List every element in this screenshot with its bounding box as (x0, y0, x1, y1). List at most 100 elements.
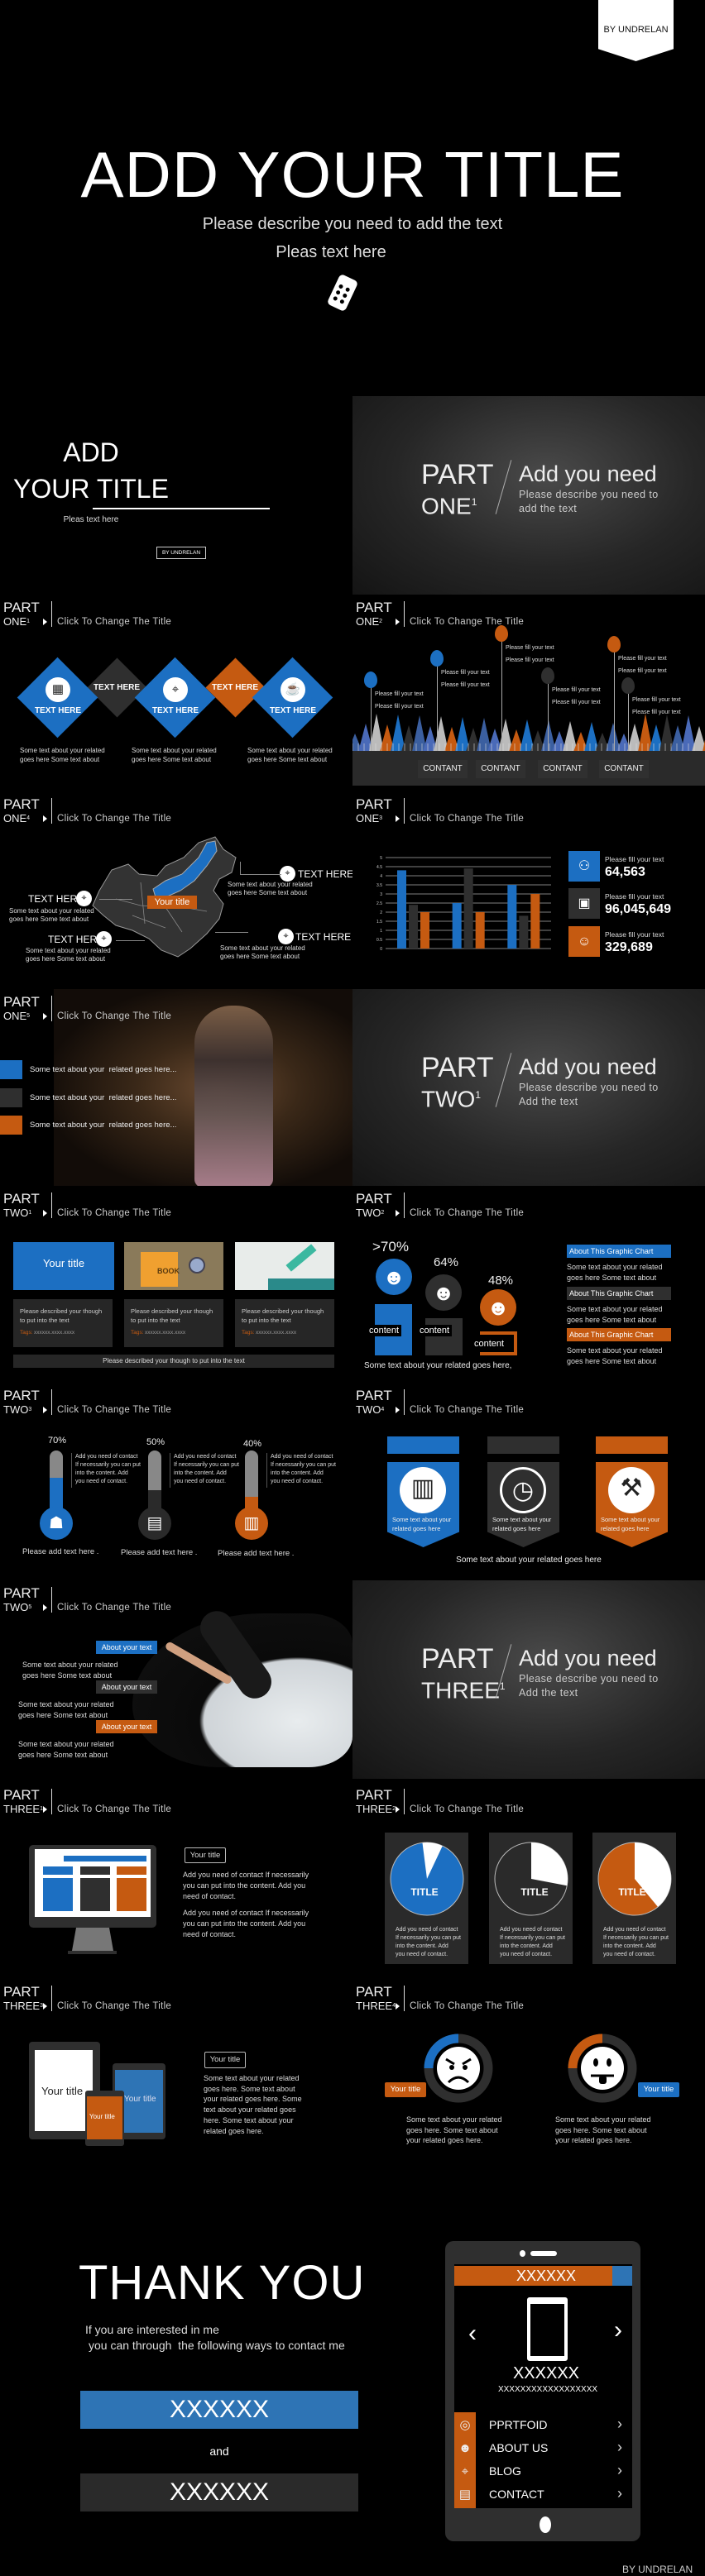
about-label-blue[interactable]: About your text (96, 1641, 157, 1654)
people-caption: Some text about your related goes here, (364, 1361, 512, 1370)
curve-text: goes here Some text about (22, 1671, 113, 1680)
note-title-blue: About This Graphic Chart (567, 1245, 671, 1258)
menu-item-blog[interactable]: BLOG (489, 2464, 521, 2478)
thermo-text: you need of contact. (174, 1479, 227, 1484)
eye (607, 2058, 611, 2067)
section-name: ONE (421, 493, 472, 519)
contant-button[interactable]: CONTANT (476, 760, 525, 778)
card-tag-label: Tags: (242, 1330, 255, 1336)
stat-value: 329,689 (605, 940, 653, 954)
color-marker-orange (0, 1116, 22, 1135)
home-button[interactable] (540, 2516, 551, 2533)
part-heading: Add you need (519, 461, 657, 486)
hero-title: ADD YOUR TITLE (80, 138, 625, 211)
pie-text: you need of contact. (603, 1952, 656, 1957)
photo-item-text: Some text about your related goes here..… (30, 1093, 177, 1102)
title-slide: ADD YOUR TITLE Pleas text here BY UNDREL… (0, 396, 352, 595)
bar-chart-slide: PART ONE3 Click To Change The Title 0 0.5 1 1… (352, 791, 705, 990)
chevron-right-icon[interactable]: › (617, 2439, 622, 2456)
banner-text: Some text about your (492, 1516, 552, 1523)
callout-text: Some text about your related (228, 881, 313, 888)
menu-item-contact[interactable]: CONTACT (489, 2488, 544, 2501)
banner-text: related goes here (392, 1525, 441, 1532)
menu-item-pprtfoid[interactable]: PPRTFOID (489, 2418, 548, 2431)
title-underline (93, 508, 270, 509)
curve-text: goes here Some text about (18, 1751, 108, 1759)
chevron-right-icon[interactable]: › (617, 2416, 622, 2433)
thermo-text: If necessarily you can put (174, 1462, 239, 1468)
section-number: 1 (471, 496, 477, 508)
hero-subtitle: Please describe you need to add the text (202, 215, 503, 233)
devices-text: goes here. Some text about (204, 2084, 295, 2093)
monitor-text: need of contact. (183, 1930, 237, 1938)
cards-footer-text: Please described your though to put into… (103, 1357, 245, 1364)
banner-text: related goes here (601, 1525, 650, 1532)
monitor-text: you can put into the content. Add you (183, 1881, 306, 1890)
contant-button[interactable]: CONTANT (599, 760, 649, 778)
face-text: goes here. Some text about (555, 2125, 647, 2134)
stat-value: 64,563 (605, 865, 645, 879)
percent-label: 50% (146, 1437, 165, 1447)
thermo-text: If necessarily you can put (271, 1462, 336, 1468)
caption-line: goes here Some text about (132, 756, 212, 763)
pie-text: into the content. Add (396, 1943, 448, 1949)
callout-line (116, 940, 145, 941)
caption-line: Some text about your related (132, 747, 217, 754)
caption-line: Some text about your related (20, 747, 105, 754)
devices-slide: PART THREE3 Click To Change The Title Your… (0, 1979, 352, 2177)
face-ring (424, 2034, 493, 2103)
note-text: goes here Some text about (567, 1274, 657, 1282)
cards-slide: PART TWO1 Click To Change The Title Your t… (0, 1186, 352, 1384)
person-icon: ☻ (458, 2441, 472, 2455)
diamond-label: TEXT HERE (34, 706, 82, 715)
thermo-text: If necessarily you can put (75, 1462, 141, 1468)
callout-text: Some text about your related (9, 907, 94, 915)
author-badge-text: BY UNDRELAN (603, 25, 669, 35)
photo-slide: PART ONE5 Click To Change The Title Some t… (0, 989, 352, 1188)
part-label: PART (421, 459, 494, 490)
calculator-icon: ▦ (46, 677, 70, 702)
face-text: your related goes here. (555, 2136, 632, 2145)
menu-item-about-us[interactable]: ABOUT US (489, 2441, 548, 2454)
monitor-text: Add you need of contact If necessarily (183, 1871, 309, 1879)
monitor-text: need of contact. (183, 1892, 237, 1900)
devices-text: here. Some text about your (204, 2115, 294, 2124)
face-text: goes here. Some text about (406, 2125, 498, 2134)
title-slash (495, 460, 512, 514)
about-label-orange[interactable]: About your text (96, 1720, 157, 1733)
pie-title: TITLE (520, 1886, 549, 1898)
monitor-text: you can put into the content. Add you (183, 1919, 306, 1928)
content-block-dark (425, 1318, 463, 1355)
face-label-blue[interactable]: Your title (638, 2082, 679, 2097)
curve-text: goes here Some text about (18, 1711, 108, 1719)
stat-label: Please fill your text (605, 892, 664, 901)
part-one-cover: PART ONE1 Add you need Please describe you … (352, 396, 705, 595)
diamond-label: TEXT HERE (269, 706, 317, 715)
bank-icon: ☗ (40, 1507, 73, 1540)
monitor-text: Add you need of contact If necessarily (183, 1909, 309, 1917)
part-heading: Add you need (519, 1054, 657, 1079)
contant-button[interactable]: CONTANT (418, 760, 468, 778)
tools-icon: ⚒ (608, 1467, 655, 1513)
callout-title: TEXT HERE (48, 934, 104, 945)
cover-badge: BY UNDRELAN (156, 547, 206, 559)
pie-text: Add you need of contact (500, 1927, 563, 1933)
note-text: Some text about your related (567, 1263, 663, 1271)
chevron-right-icon[interactable]: › (617, 2462, 622, 2479)
about-label-dark[interactable]: About your text (96, 1680, 157, 1694)
part-desc: add the text (519, 503, 578, 514)
pie-title: TITLE (618, 1886, 646, 1898)
contant-button[interactable]: CONTANT (538, 760, 588, 778)
caption-line: goes here Some text about (20, 756, 100, 763)
caption-line: Some text about your related (247, 747, 333, 754)
callout-text: Some text about your related (26, 947, 111, 954)
card-text: to put into the text (20, 1317, 70, 1324)
chevron-right-icon[interactable]: › (617, 2485, 622, 2502)
photo-item-text: Some text about your related goes here..… (30, 1065, 177, 1074)
callout-line (99, 899, 132, 900)
part-three-cover: PART THREE1 Add you need Please describe yo… (352, 1580, 705, 1779)
building-icon: ▥ (235, 1507, 268, 1540)
face-label-orange[interactable]: Your title (385, 2082, 426, 2097)
content-label: content (367, 1325, 402, 1336)
banner-text: Some text about your (601, 1516, 660, 1523)
